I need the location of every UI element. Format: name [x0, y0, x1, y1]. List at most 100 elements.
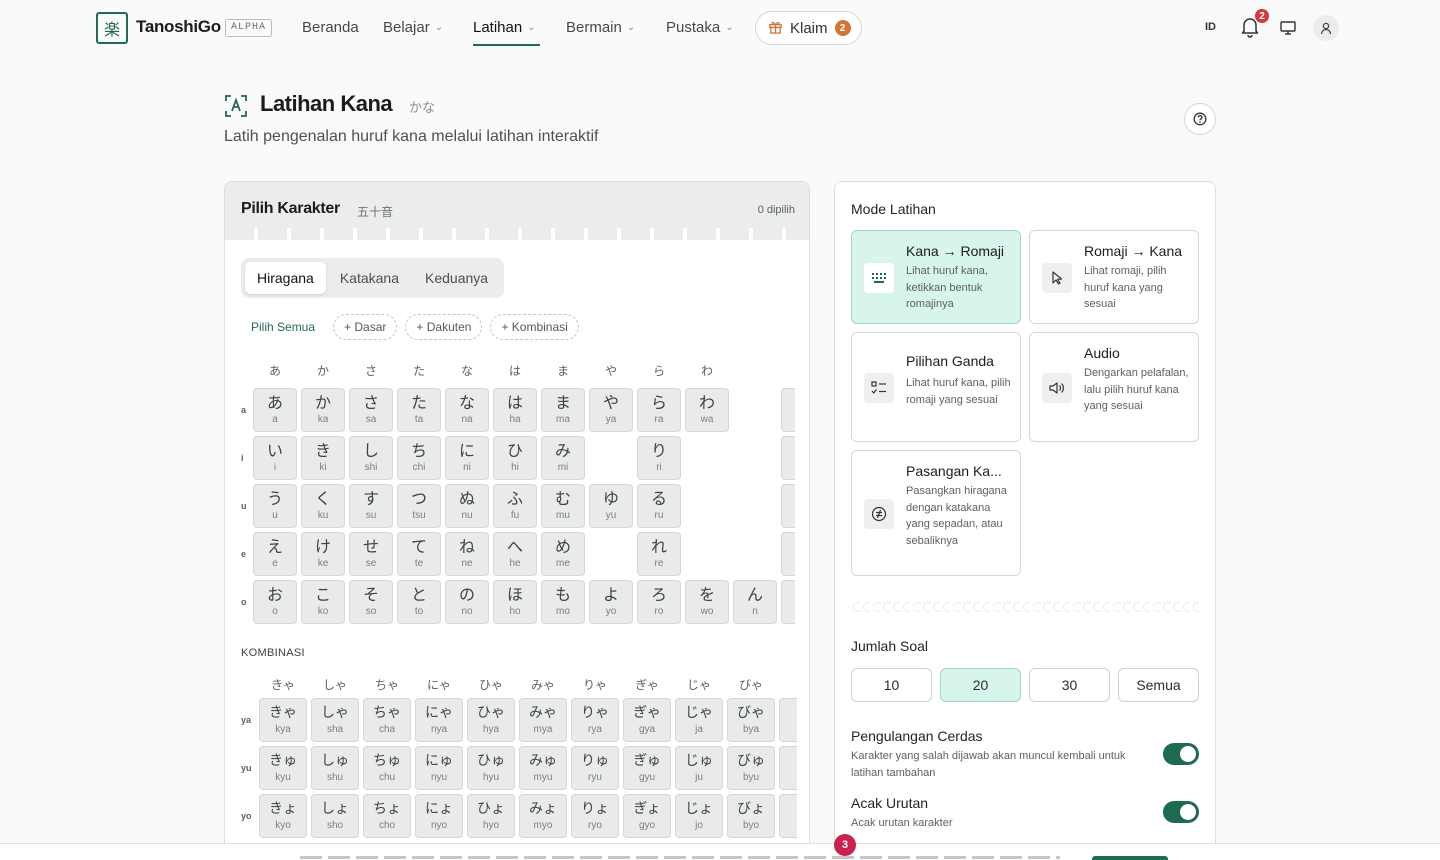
kana-cell[interactable]: えe — [253, 532, 297, 576]
kana-cell[interactable]: し shi — [349, 436, 393, 480]
kana-cell[interactable]: ぎょ gyo — [623, 794, 671, 838]
kana-cell[interactable]: む mu — [541, 484, 585, 528]
kana-cell[interactable]: み mi — [541, 436, 585, 480]
row-select-handle[interactable] — [781, 388, 795, 432]
kana-cell[interactable]: にょ nyo — [415, 794, 463, 838]
shuffle-toggle[interactable] — [1163, 801, 1199, 823]
nav-bermain[interactable]: Bermain ⌄ — [566, 19, 635, 36]
add-dasar-button[interactable]: + Dasar — [333, 314, 398, 340]
kana-cell[interactable]: せ se — [349, 532, 393, 576]
row-label[interactable]: ya — [241, 715, 257, 725]
kana-cell[interactable]: びゅ byu — [727, 746, 775, 790]
kana-cell[interactable]: じょ jo — [675, 794, 723, 838]
help-button[interactable] — [1184, 103, 1216, 135]
kana-cell[interactable]: ぎゅ gyu — [623, 746, 671, 790]
row-label[interactable]: o — [241, 597, 251, 607]
kana-cell[interactable]: じゅ ju — [675, 746, 723, 790]
column-header[interactable]: しゃ — [311, 676, 359, 693]
kana-cell[interactable]: ら ra — [637, 388, 681, 432]
row-label[interactable]: e — [241, 549, 251, 559]
smart-repeat-toggle[interactable] — [1163, 743, 1199, 765]
kana-cell[interactable]: びゃ bya — [727, 698, 775, 742]
start-button[interactable] — [1092, 856, 1168, 860]
column-header[interactable]: りゃ — [571, 676, 619, 693]
kana-cell[interactable]: ろ ro — [637, 580, 681, 624]
kana-cell[interactable]: しゅ shu — [311, 746, 359, 790]
kana-cell[interactable]: め me — [541, 532, 585, 576]
kana-cell[interactable]: も mo — [541, 580, 585, 624]
kana-cell[interactable]: の no — [445, 580, 489, 624]
kana-cell[interactable]: ぴp — [779, 794, 797, 838]
kana-cell[interactable]: す su — [349, 484, 393, 528]
add-kombinasi-button[interactable]: + Kombinasi — [490, 314, 579, 340]
nav-latihan[interactable]: Latihan ⌄ — [473, 19, 536, 36]
kana-cell[interactable]: いi — [253, 436, 297, 480]
select-all-button[interactable]: Pilih Semua — [241, 320, 325, 334]
kana-cell[interactable]: く ku — [301, 484, 345, 528]
kana-cell[interactable]: れ re — [637, 532, 681, 576]
kana-cell[interactable]: おo — [253, 580, 297, 624]
row-select-handle[interactable] — [781, 532, 795, 576]
monitor-icon[interactable] — [1279, 19, 1297, 37]
column-header[interactable]: ちゃ — [363, 676, 411, 693]
language-switch[interactable]: ID — [1205, 21, 1216, 33]
column-header[interactable]: は — [493, 362, 537, 379]
kana-cell[interactable]: ひ hi — [493, 436, 537, 480]
kana-cell[interactable]: んn — [733, 580, 777, 624]
add-dakuten-button[interactable]: + Dakuten — [405, 314, 483, 340]
mode-kana-romaji[interactable]: Kana → Romaji Lihat huruf kana, ketikkan… — [851, 230, 1021, 324]
kana-cell[interactable]: は ha — [493, 388, 537, 432]
kana-cell[interactable]: みょ myo — [519, 794, 567, 838]
tab-hiragana[interactable]: Hiragana — [245, 262, 326, 294]
kana-cell[interactable]: ぴp — [779, 698, 797, 742]
kana-cell[interactable]: と to — [397, 580, 441, 624]
count-20-button[interactable]: 20 — [940, 668, 1021, 702]
kana-cell[interactable]: そ so — [349, 580, 393, 624]
row-select-handle[interactable] — [781, 484, 795, 528]
kana-cell[interactable]: びょ byo — [727, 794, 775, 838]
column-header[interactable]: びゃ — [727, 676, 775, 693]
kana-cell[interactable]: を wo — [685, 580, 729, 624]
kana-cell[interactable]: ひゅ hyu — [467, 746, 515, 790]
kana-cell[interactable]: りゃ rya — [571, 698, 619, 742]
kana-cell[interactable]: つ tsu — [397, 484, 441, 528]
column-header[interactable]: か — [301, 362, 345, 379]
nav-beranda[interactable]: Beranda — [302, 19, 359, 36]
row-select-handle[interactable] — [781, 436, 795, 480]
kana-cell[interactable]: た ta — [397, 388, 441, 432]
kana-cell[interactable]: こ ko — [301, 580, 345, 624]
kana-cell[interactable]: ぎゃ gya — [623, 698, 671, 742]
kana-cell[interactable]: あa — [253, 388, 297, 432]
kana-cell[interactable]: よ yo — [589, 580, 633, 624]
count-30-button[interactable]: 30 — [1029, 668, 1110, 702]
column-header[interactable]: た — [397, 362, 441, 379]
kana-cell[interactable]: る ru — [637, 484, 681, 528]
count-all-button[interactable]: Semua — [1118, 668, 1199, 702]
kana-cell[interactable]: わ wa — [685, 388, 729, 432]
column-header[interactable]: あ — [253, 362, 297, 379]
kana-cell[interactable]: へ he — [493, 532, 537, 576]
row-select-handle[interactable] — [781, 580, 795, 624]
kana-cell[interactable]: け ke — [301, 532, 345, 576]
column-header[interactable]: わ — [685, 362, 729, 379]
kana-cell[interactable]: ぴp — [779, 746, 797, 790]
kana-cell[interactable]: ぬ nu — [445, 484, 489, 528]
user-avatar[interactable] — [1313, 15, 1339, 41]
mode-romaji-kana[interactable]: Romaji → Kana Lihat romaji, pilih huruf … — [1029, 230, 1199, 324]
mode-pilihan-ganda[interactable]: Pilihan Ganda Lihat huruf kana, pilih ro… — [851, 332, 1021, 442]
kana-cell[interactable]: ちゃ cha — [363, 698, 411, 742]
tab-keduanya[interactable]: Keduanya — [413, 262, 500, 294]
column-header[interactable]: にゃ — [415, 676, 463, 693]
column-header[interactable]: ぎゃ — [623, 676, 671, 693]
mode-pasangan-kana[interactable]: Pasangan Ka... Pasangkan hiragana dengan… — [851, 450, 1021, 576]
column-header[interactable]: ひゃ — [467, 676, 515, 693]
kana-cell[interactable]: うu — [253, 484, 297, 528]
logo-icon[interactable]: 楽 — [96, 12, 128, 44]
kana-cell[interactable]: しゃ sha — [311, 698, 359, 742]
kana-cell[interactable]: さ sa — [349, 388, 393, 432]
column-header[interactable]: さ — [349, 362, 393, 379]
kana-cell[interactable]: ま ma — [541, 388, 585, 432]
column-header[interactable]: や — [589, 362, 633, 379]
brand-name[interactable]: TanoshiGo — [136, 17, 221, 37]
column-header[interactable]: な — [445, 362, 489, 379]
